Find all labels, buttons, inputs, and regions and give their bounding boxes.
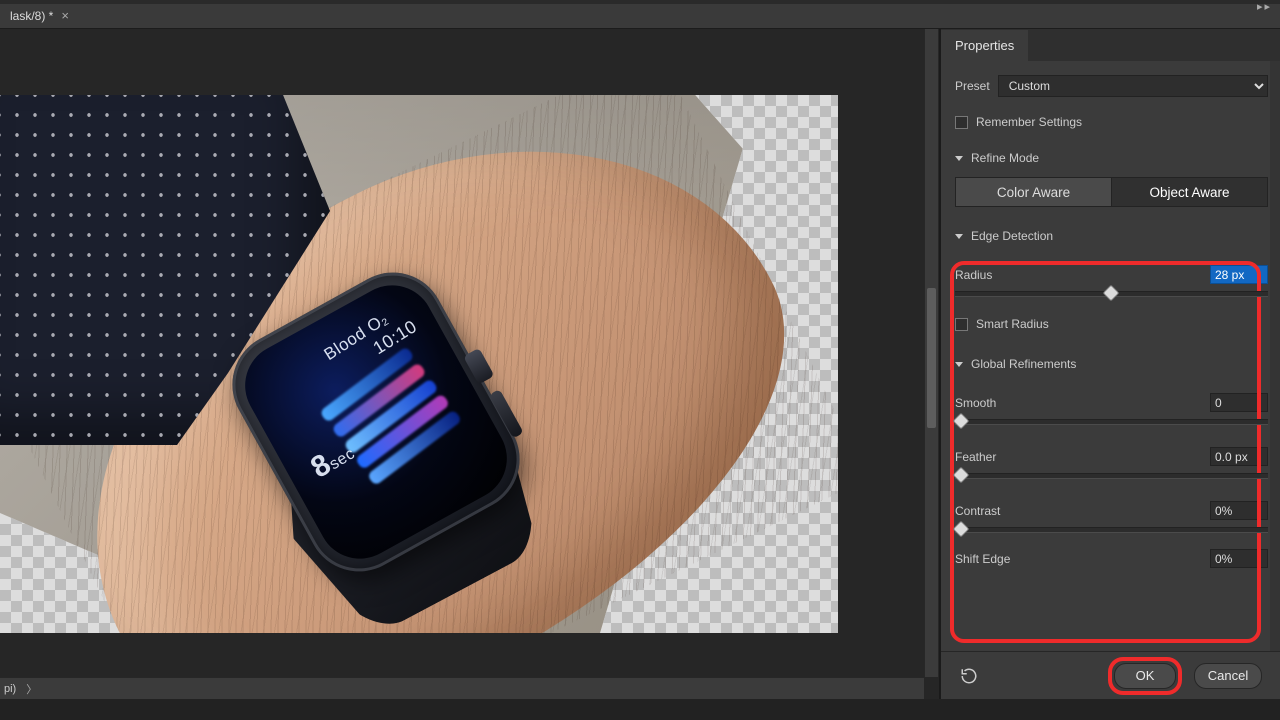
smooth-label: Smooth xyxy=(955,396,996,410)
scrollbar-thumb[interactable] xyxy=(927,288,936,428)
global-refinements-header[interactable]: Global Refinements xyxy=(955,357,1268,371)
document-tab-strip: lask/8) * × xyxy=(0,4,1280,29)
reset-icon[interactable] xyxy=(959,666,979,686)
contrast-slider[interactable] xyxy=(955,527,1268,533)
collapse-arrows-icon[interactable]: ▸▸ xyxy=(1257,0,1272,13)
chevron-down-icon xyxy=(955,156,963,161)
panel-vertical-scrollbar[interactable] xyxy=(1270,61,1280,651)
radius-slider[interactable] xyxy=(955,291,1268,297)
zoom-readout[interactable]: pi) xyxy=(4,683,16,695)
ok-button[interactable]: OK xyxy=(1114,663,1176,689)
chevron-down-icon xyxy=(955,234,963,239)
feather-value[interactable] xyxy=(1210,447,1268,466)
cancel-button[interactable]: Cancel xyxy=(1194,663,1262,689)
preset-label: Preset xyxy=(955,79,990,93)
smart-radius-label: Smart Radius xyxy=(976,317,1049,331)
canvas-status-bar: pi) 〉 xyxy=(0,677,924,699)
remember-settings-label: Remember Settings xyxy=(976,115,1082,129)
document-canvas[interactable]: Blood O₂ 10:10 8sec xyxy=(0,95,838,633)
contrast-label: Contrast xyxy=(955,504,1000,518)
remember-settings-checkbox[interactable] xyxy=(955,116,968,129)
radius-value[interactable] xyxy=(1210,265,1268,284)
smooth-value[interactable] xyxy=(1210,393,1268,412)
chevron-down-icon xyxy=(955,362,963,367)
mode-object-aware[interactable]: Object Aware xyxy=(1111,178,1267,206)
annotation-highlight: OK xyxy=(1108,657,1182,695)
smart-radius-checkbox[interactable] xyxy=(955,318,968,331)
slider-thumb[interactable] xyxy=(1103,285,1120,302)
close-icon[interactable]: × xyxy=(61,8,69,23)
properties-tab[interactable]: Properties xyxy=(941,30,1028,61)
document-tab[interactable]: lask/8) * × xyxy=(0,4,79,28)
properties-panel: Properties Preset Custom Remember Settin… xyxy=(940,29,1280,699)
shift-edge-value[interactable] xyxy=(1210,549,1268,568)
edge-detection-header[interactable]: Edge Detection xyxy=(955,229,1268,243)
refine-mode-header[interactable]: Refine Mode xyxy=(955,151,1268,165)
feather-label: Feather xyxy=(955,450,996,464)
feather-slider[interactable] xyxy=(955,473,1268,479)
canvas-vertical-scrollbar[interactable] xyxy=(924,29,939,677)
preset-select[interactable]: Custom xyxy=(998,75,1268,97)
smooth-slider[interactable] xyxy=(955,419,1268,425)
chevron-right-icon[interactable]: 〉 xyxy=(22,681,41,697)
canvas-viewport[interactable]: Blood O₂ 10:10 8sec pi) 〉 xyxy=(0,29,940,699)
slider-thumb[interactable] xyxy=(953,413,970,430)
mode-color-aware[interactable]: Color Aware xyxy=(956,178,1111,206)
radius-label: Radius xyxy=(955,268,992,282)
contrast-value[interactable] xyxy=(1210,501,1268,520)
document-tab-label: lask/8) * xyxy=(10,9,53,23)
slider-thumb[interactable] xyxy=(953,467,970,484)
slider-thumb[interactable] xyxy=(953,521,970,538)
shift-edge-label: Shift Edge xyxy=(955,552,1010,566)
